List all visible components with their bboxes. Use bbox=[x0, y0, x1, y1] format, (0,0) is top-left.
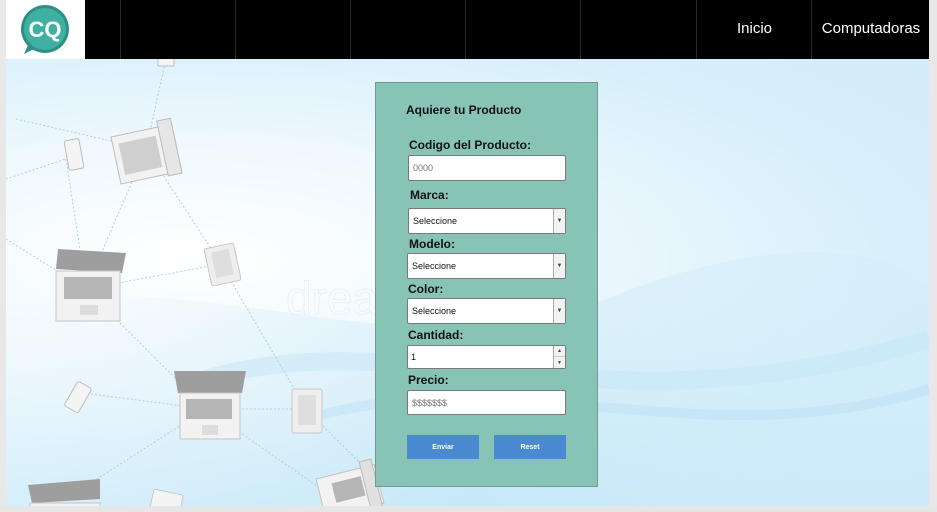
logo[interactable]: CQ bbox=[6, 0, 85, 59]
precio-input[interactable] bbox=[407, 390, 566, 415]
reset-button[interactable]: Reset bbox=[494, 435, 566, 459]
chevron-down-icon: ▼ bbox=[553, 299, 565, 323]
codigo-label: Codigo del Producto: bbox=[409, 138, 531, 152]
modelo-select[interactable]: Seleccione ▼ bbox=[407, 253, 566, 279]
chevron-down-icon: ▼ bbox=[553, 209, 565, 233]
form-title: Aquiere tu Producto bbox=[406, 103, 522, 117]
codigo-input[interactable] bbox=[408, 155, 566, 181]
chat-bubble-logo-icon: CQ bbox=[21, 5, 69, 54]
cantidad-value: 1 bbox=[411, 352, 417, 362]
caret-down-icon[interactable]: ▼ bbox=[554, 357, 565, 368]
color-label: Color: bbox=[408, 282, 444, 296]
nav-empty-cell bbox=[350, 0, 466, 59]
modelo-label: Modelo: bbox=[409, 237, 455, 251]
nav-link-inicio[interactable]: Inicio bbox=[696, 0, 812, 59]
color-select[interactable]: Seleccione ▼ bbox=[407, 298, 566, 324]
chevron-down-icon: ▼ bbox=[553, 254, 565, 278]
logo-text: CQ bbox=[29, 17, 62, 42]
nav-empty-cell bbox=[465, 0, 581, 59]
cantidad-stepper[interactable]: 1 ▲ ▼ bbox=[407, 345, 566, 369]
nav-empty-cell bbox=[235, 0, 351, 59]
footer-strip bbox=[0, 506, 937, 512]
caret-up-icon[interactable]: ▲ bbox=[554, 346, 565, 357]
marca-selected-value: Seleccione bbox=[413, 216, 458, 226]
modelo-selected-value: Seleccione bbox=[412, 261, 457, 271]
nav-empty-cell bbox=[580, 0, 696, 59]
nav-link-computadoras[interactable]: Computadoras bbox=[811, 0, 930, 59]
marca-select[interactable]: Seleccione ▼ bbox=[408, 208, 566, 234]
precio-label: Precio: bbox=[408, 373, 449, 387]
product-form-panel: Aquiere tu Producto Codigo del Producto:… bbox=[375, 82, 598, 487]
cantidad-label: Cantidad: bbox=[408, 328, 464, 342]
spinner-buttons[interactable]: ▲ ▼ bbox=[553, 346, 565, 368]
nav-empty-cell bbox=[120, 0, 236, 59]
top-navbar: CQ Inicio Computadoras bbox=[6, 0, 929, 59]
color-selected-value: Seleccione bbox=[412, 306, 457, 316]
enviar-button[interactable]: Enviar bbox=[407, 435, 479, 459]
marca-label: Marca: bbox=[410, 188, 449, 202]
